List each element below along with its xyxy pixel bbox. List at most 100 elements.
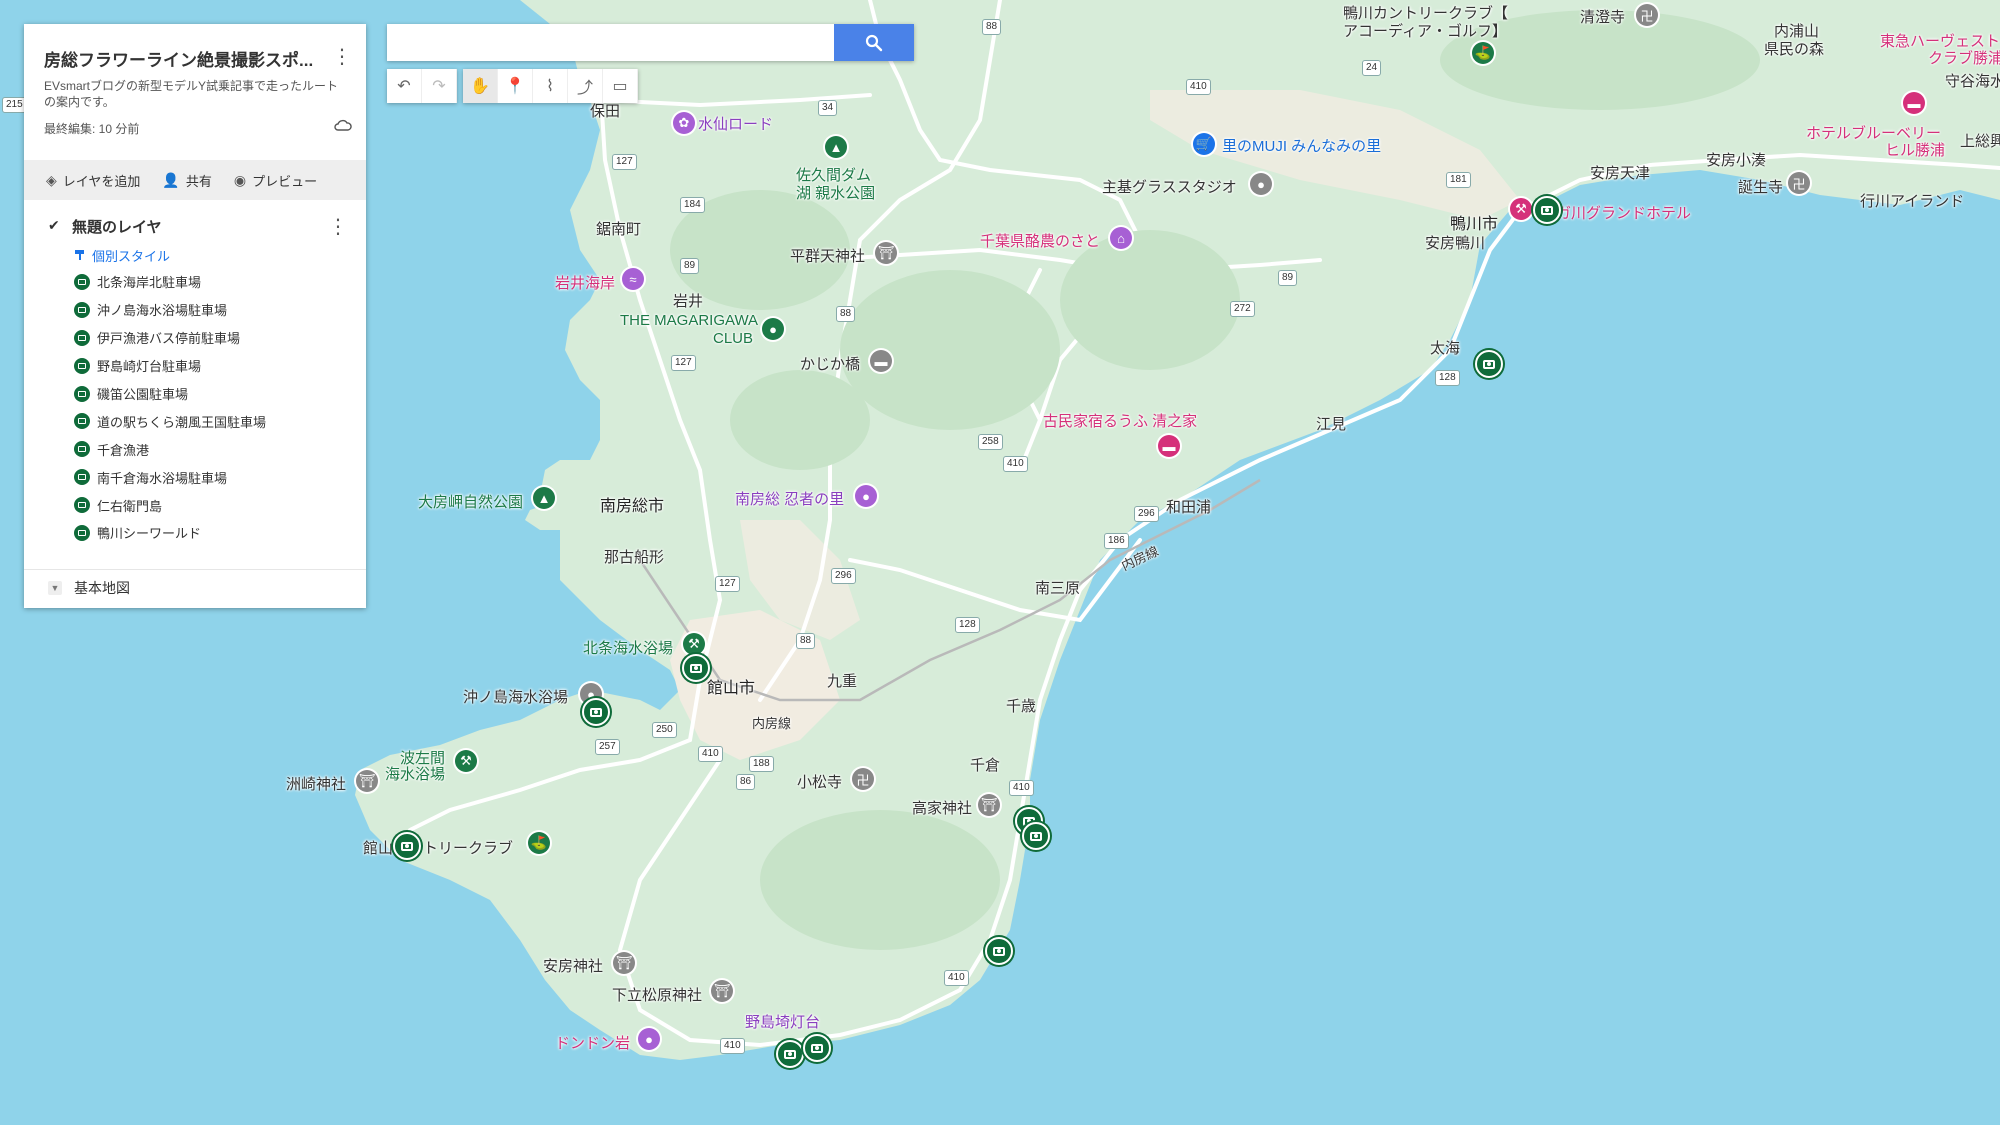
- search-input[interactable]: [387, 24, 834, 61]
- label-kominka: 古民家宿るうふ 清之家: [1043, 413, 1198, 430]
- camera-marker-minamichikura[interactable]: [985, 937, 1013, 965]
- feature-item[interactable]: 磯笛公園駐車場: [74, 380, 366, 408]
- search-button[interactable]: [834, 24, 914, 61]
- camera-marker-niemonjima[interactable]: [1475, 350, 1503, 378]
- route-shield: 24: [1362, 60, 1382, 76]
- hotel-icon[interactable]: ▬: [1903, 92, 1925, 114]
- map-description[interactable]: EVsmartブログの新型モデルY試乗記事で走ったルートの案内です。: [44, 78, 344, 110]
- temple-icon[interactable]: 卍: [852, 768, 874, 790]
- feature-item[interactable]: 鴨川シーワールド: [74, 519, 366, 547]
- shrine-icon[interactable]: ⛩: [875, 242, 897, 264]
- preview-button[interactable]: ◉ プレビュー: [234, 171, 317, 190]
- shrine-icon[interactable]: ⛩: [978, 794, 1000, 816]
- add-marker-icon[interactable]: 📍: [498, 69, 533, 103]
- camera-icon: [74, 329, 90, 346]
- directions-icon[interactable]: ⤴: [568, 69, 603, 103]
- label-hota: 保田: [590, 103, 621, 120]
- route-shield: 257: [595, 739, 620, 755]
- search-box: [387, 24, 914, 61]
- label-komatsuji: 小松寺: [797, 774, 843, 791]
- camera-icon: [74, 441, 90, 458]
- feature-item[interactable]: 南千倉海水浴場駐車場: [74, 463, 366, 491]
- label-shimotate: 下立松原神社: [612, 987, 703, 1004]
- poi-gray-icon[interactable]: ●: [1250, 173, 1272, 195]
- park-icon[interactable]: ▲: [533, 487, 555, 509]
- route-shield: 186: [1104, 533, 1129, 549]
- layer-options-icon[interactable]: ⋮: [328, 214, 348, 239]
- poi-purple-icon[interactable]: ●: [855, 485, 877, 507]
- feature-label: 道の駅ちくら潮風王国駐車場: [97, 414, 267, 430]
- poi-green-icon[interactable]: ●: [762, 318, 784, 340]
- temple-icon[interactable]: 卍: [1636, 4, 1658, 26]
- forest-patch: [730, 370, 870, 470]
- camera-marker-hojo[interactable]: [682, 654, 710, 682]
- feature-item[interactable]: 北条海岸北駐車場: [74, 268, 366, 296]
- camera-marker-ido[interactable]: [393, 832, 421, 860]
- basemap-toggle[interactable]: ▼ 基本地図: [48, 578, 130, 598]
- route-shield: 296: [1134, 506, 1159, 522]
- bridge-icon[interactable]: ▬: [870, 350, 892, 372]
- individual-style-link[interactable]: 個別スタイル: [74, 242, 366, 268]
- forest-patch: [840, 270, 1060, 430]
- individual-style-label: 個別スタイル: [92, 248, 171, 264]
- label-kokonoe: 九重: [827, 673, 858, 690]
- hand-icon[interactable]: ✋: [463, 69, 498, 103]
- camera-marker-chikura-port[interactable]: [1022, 822, 1050, 850]
- more-options-icon[interactable]: ⋮: [332, 44, 352, 69]
- poi-purple-icon[interactable]: ✿: [673, 112, 695, 134]
- camera-marker-isobue[interactable]: [803, 1034, 831, 1062]
- golf-icon[interactable]: ⛳: [528, 832, 550, 854]
- feature-item[interactable]: 沖ノ島海水浴場駐車場: [74, 296, 366, 324]
- camera-marker-okinoshima[interactable]: [582, 698, 610, 726]
- poi-purple-icon[interactable]: ●: [638, 1028, 660, 1050]
- label-hotel-blueberry-2: ヒル勝浦: [1885, 142, 1946, 159]
- route-shield: 89: [680, 258, 700, 274]
- feature-item[interactable]: 伊戸漁港バス停前駐車場: [74, 324, 366, 352]
- poi-purple-icon[interactable]: ≈: [622, 268, 644, 290]
- ruler-icon[interactable]: ▭: [603, 69, 638, 103]
- hotel-icon[interactable]: ⚒: [1510, 198, 1532, 220]
- shrine-icon[interactable]: ⛩: [711, 980, 733, 1002]
- redo-icon[interactable]: ↷: [422, 69, 457, 103]
- draw-line-icon[interactable]: ⌇: [533, 69, 568, 103]
- golf-icon[interactable]: ⛳: [1472, 42, 1494, 64]
- camera-marker-nojima[interactable]: [776, 1040, 804, 1068]
- layer-visibility-checkbox[interactable]: ✔: [48, 217, 64, 233]
- label-chikura: 千倉: [970, 757, 1001, 774]
- route-shield: 410: [1009, 780, 1034, 796]
- shop-icon[interactable]: 🛒: [1193, 133, 1215, 155]
- map-title[interactable]: 房総フラワーライン絶景撮影スポ...: [44, 46, 334, 71]
- layers-icon: ◈: [46, 171, 57, 188]
- shrine-icon[interactable]: ⛩: [613, 952, 635, 974]
- camera-marker-kamogawa-sea-world[interactable]: [1533, 196, 1561, 224]
- layer-name[interactable]: 無題のレイヤ: [72, 216, 162, 237]
- route-shield: 128: [955, 617, 980, 633]
- label-seichoji: 清澄寺: [1580, 9, 1626, 26]
- label-grand-hotel: ガ川グランドホテル: [1556, 205, 1692, 222]
- search-icon: [865, 34, 883, 51]
- beach-icon[interactable]: ⚒: [455, 750, 477, 772]
- label-suzaki: 洲崎神社: [286, 776, 347, 793]
- beach-icon[interactable]: ⚒: [683, 633, 705, 655]
- temple-icon[interactable]: 卍: [1788, 172, 1810, 194]
- add-layer-label: レイヤを追加: [62, 173, 141, 189]
- feature-item[interactable]: 野島崎灯台駐車場: [74, 352, 366, 380]
- feature-item[interactable]: 千倉漁港: [74, 435, 366, 463]
- camera-icon: [74, 469, 90, 486]
- label-uchibo-line-2: 内房線: [752, 716, 792, 731]
- shrine-icon[interactable]: ⛩: [356, 770, 378, 792]
- museum-icon[interactable]: ⌂: [1110, 227, 1132, 249]
- feature-item[interactable]: 道の駅ちくら潮風王国駐車場: [74, 407, 366, 435]
- label-kajika: かじか橋: [800, 356, 861, 373]
- label-futomi: 太海: [1430, 340, 1461, 357]
- label-awa-kominato: 安房小湊: [1706, 152, 1767, 169]
- feature-item[interactable]: 仁右衛門島: [74, 491, 366, 519]
- label-heiguri: 平群天神社: [790, 248, 866, 265]
- route-shield: 86: [736, 774, 756, 790]
- park-icon[interactable]: ▲: [825, 136, 847, 158]
- label-wadaura: 和田浦: [1166, 499, 1212, 516]
- hotel-icon[interactable]: ▬: [1158, 435, 1180, 457]
- undo-icon[interactable]: ↶: [387, 69, 422, 103]
- add-layer-button[interactable]: ◈ レイヤを追加: [46, 171, 140, 190]
- share-button[interactable]: 👤 共有: [162, 171, 211, 190]
